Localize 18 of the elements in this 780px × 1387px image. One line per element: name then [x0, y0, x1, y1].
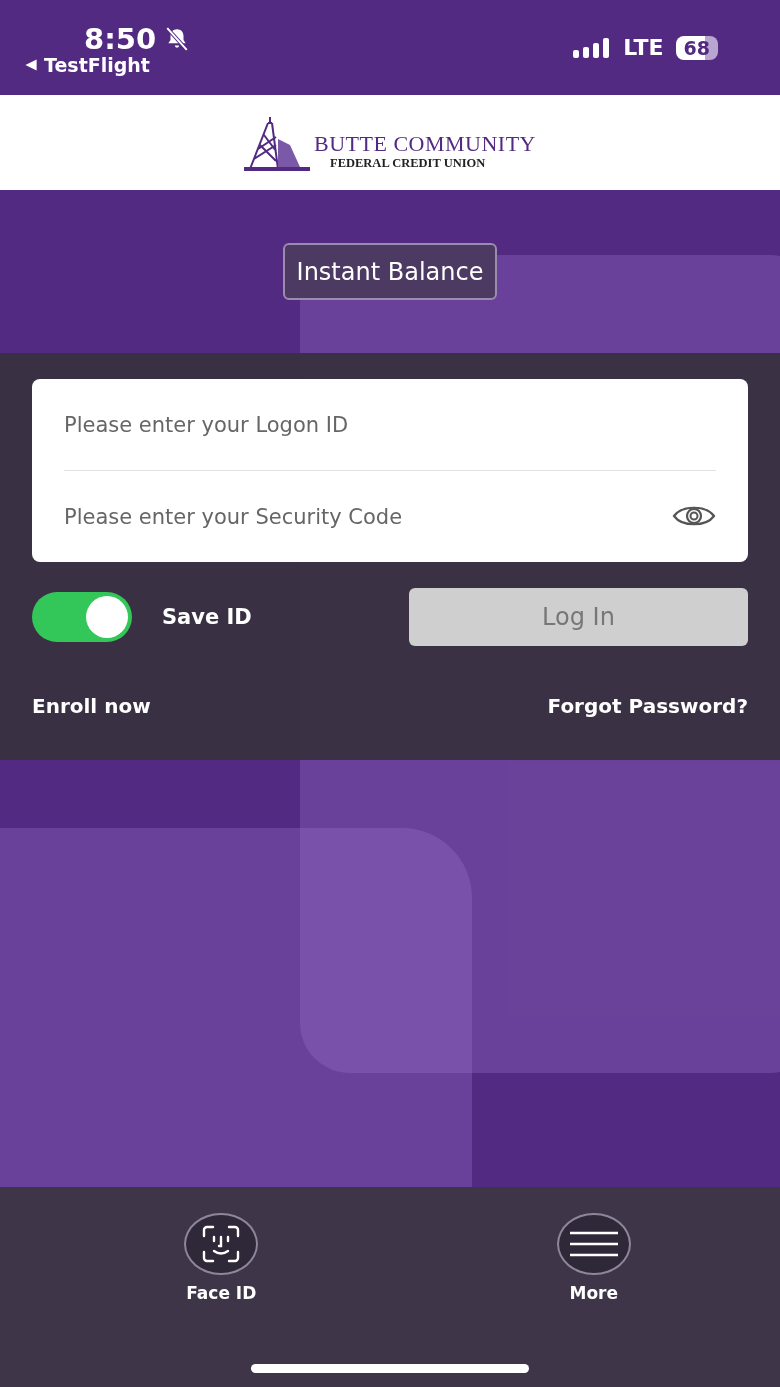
- signal-icon: [573, 37, 612, 58]
- enroll-now-link[interactable]: Enroll now: [32, 694, 151, 718]
- face-scan-icon: [201, 1224, 242, 1264]
- menu-icon: [569, 1231, 618, 1257]
- logo-title: BUTTE COMMUNITY: [314, 132, 536, 155]
- network-label: LTE: [623, 35, 664, 60]
- back-arrow-icon: [24, 57, 38, 72]
- security-code-field[interactable]: Please enter your Security Code: [32, 471, 748, 562]
- forgot-password-link[interactable]: Forgot Password?: [547, 694, 748, 718]
- logon-id-field[interactable]: Please enter your Logon ID: [32, 379, 748, 470]
- save-id-label: Save ID: [162, 605, 252, 629]
- instant-balance-button[interactable]: Instant Balance: [282, 243, 498, 300]
- status-time: 8:50: [84, 23, 157, 54]
- save-id-toggle[interactable]: [32, 592, 132, 642]
- mine-tower-icon: [244, 114, 310, 171]
- logo-subtitle: FEDERAL CREDIT UNION: [330, 154, 486, 171]
- battery-indicator: 68: [675, 35, 718, 60]
- back-link[interactable]: TestFlight: [24, 53, 150, 76]
